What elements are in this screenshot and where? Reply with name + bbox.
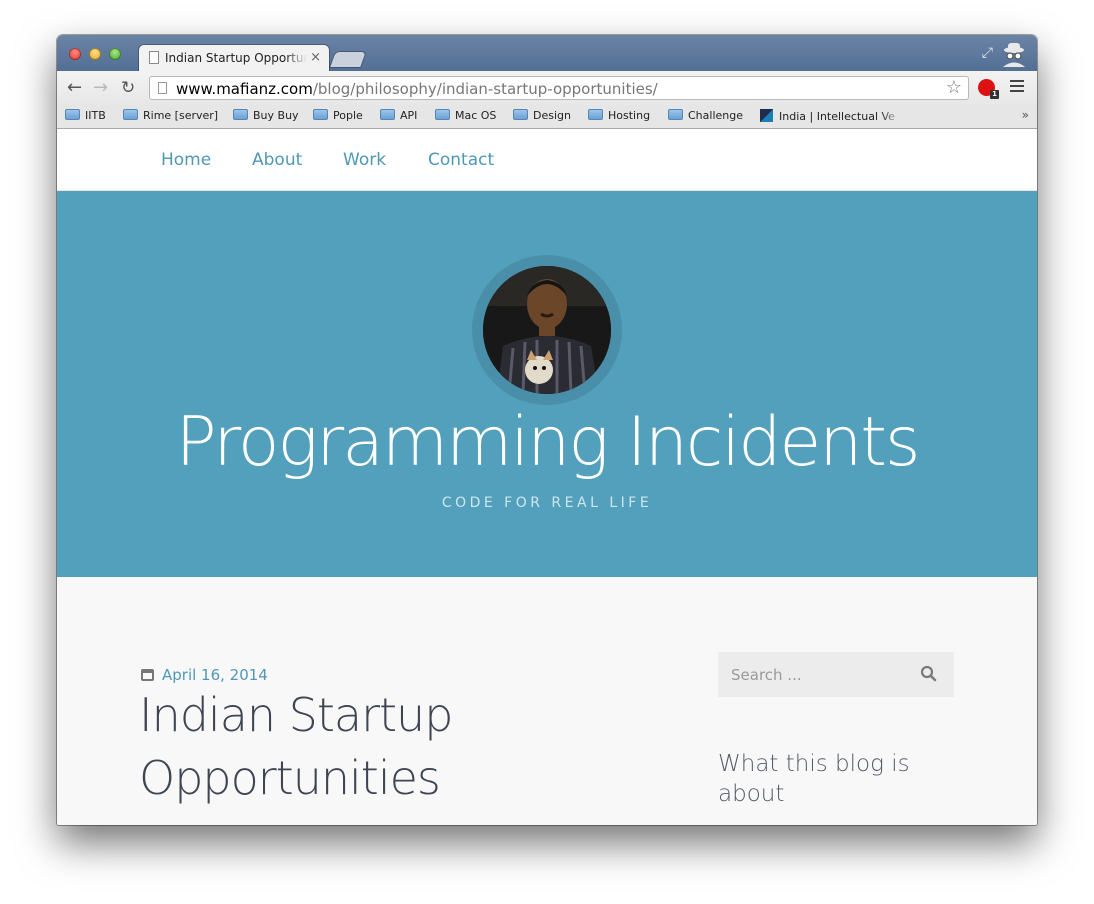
bookmark-label: Rime [server] (143, 109, 219, 122)
bookmark-label: Pople (333, 109, 363, 122)
chrome-menu-icon[interactable] (1010, 80, 1024, 95)
page-icon (158, 82, 167, 94)
folder-icon (233, 109, 248, 120)
bookmark-folder[interactable]: Challenge (668, 109, 743, 122)
folder-icon (65, 109, 80, 120)
sidebar-widget-title: What this blog is about (718, 751, 910, 807)
bookmark-folder[interactable]: Design (513, 109, 571, 122)
fullscreen-icon[interactable]: ⤢ (982, 45, 993, 61)
zoom-window-button[interactable] (109, 48, 121, 60)
tab-strip: Indian Startup Opportunities × ⤢ (57, 35, 1037, 71)
web-page: Home About Work Contact Programming Inci… (57, 129, 1037, 825)
site-title[interactable]: Programming Incidents (57, 403, 1037, 482)
reload-icon[interactable]: ↻ (121, 78, 135, 98)
url-host: www.mafianz.com (176, 80, 313, 98)
nav-link-work[interactable]: Work (343, 150, 386, 170)
bookmarks-overflow-icon[interactable]: » (1022, 108, 1029, 122)
bookmark-label: Buy Buy (253, 109, 299, 122)
folder-icon (513, 109, 528, 120)
tab-active[interactable]: Indian Startup Opportunities × (139, 45, 329, 71)
url-text[interactable]: www.mafianz.com/blog/philosophy/indian-s… (176, 80, 658, 98)
folder-icon (313, 109, 328, 120)
bookmark-label: India | Intellectual Ve (779, 110, 895, 123)
close-window-button[interactable] (69, 48, 81, 60)
extension-badge: 1 (990, 90, 999, 99)
bookmark-label: API (400, 109, 418, 122)
folder-icon (668, 109, 683, 120)
avatar-frame (472, 255, 622, 405)
page-icon (149, 51, 159, 64)
site-header-banner: Programming Incidents CODE FOR REAL LIFE (57, 191, 1037, 577)
minimize-window-button[interactable] (89, 48, 101, 60)
url-path: /blog/philosophy/indian-startup-opportun… (312, 80, 658, 98)
post-date-text: April 16, 2014 (162, 666, 268, 684)
bookmark-folder[interactable]: API (380, 109, 417, 122)
bookmark-folder[interactable]: Buy Buy (233, 109, 299, 122)
browser-window: Indian Startup Opportunities × ⤢ ← → ↻ w… (57, 35, 1037, 825)
bookmark-label: Design (533, 109, 571, 122)
bookmarks-bar: IITB Rime [server] Buy Buy Pople API Mac… (57, 105, 1037, 129)
bookmark-link[interactable]: India | Intellectual Ve (760, 109, 902, 123)
avatar-photo (483, 266, 611, 394)
search-icon[interactable] (919, 664, 939, 684)
new-tab-button[interactable] (330, 52, 366, 67)
bookmark-star-icon[interactable]: ☆ (946, 77, 962, 98)
back-arrow-icon[interactable]: ← (67, 78, 82, 98)
tab-close-icon[interactable]: × (310, 50, 321, 65)
bookmark-label: Challenge (688, 109, 743, 122)
post-date[interactable]: April 16, 2014 (141, 666, 268, 684)
avatar[interactable] (483, 266, 611, 394)
address-bar[interactable]: www.mafianz.com/blog/philosophy/indian-s… (149, 76, 969, 100)
bookmark-folder[interactable]: IITB (65, 109, 106, 122)
bookmark-folder[interactable]: Rime [server] (123, 109, 218, 122)
site-navigation: Home About Work Contact (57, 129, 1037, 191)
incognito-icon (1003, 43, 1025, 67)
site-favicon-icon (760, 109, 773, 122)
bookmark-folder[interactable]: Pople (313, 109, 363, 122)
calendar-icon (141, 669, 154, 681)
folder-icon (435, 109, 450, 120)
site-tagline: CODE FOR REAL LIFE (441, 495, 653, 511)
forward-arrow-icon[interactable]: → (93, 78, 108, 98)
post-title[interactable]: Indian Startup Opportunities (139, 684, 599, 810)
folder-icon (123, 109, 138, 120)
folder-icon (380, 109, 395, 120)
bookmark-label: IITB (85, 109, 106, 122)
browser-toolbar: ← → ↻ www.mafianz.com/blog/philosophy/in… (57, 71, 1037, 105)
tab-title: Indian Startup Opportunities (165, 51, 307, 65)
bookmark-label: Hosting (608, 109, 651, 122)
nav-link-contact[interactable]: Contact (428, 150, 494, 170)
nav-link-home[interactable]: Home (161, 150, 211, 170)
bookmark-folder[interactable]: Mac OS (435, 109, 496, 122)
bookmark-label: Mac OS (455, 109, 497, 122)
bookmark-folder[interactable]: Hosting (588, 109, 650, 122)
nav-link-about[interactable]: About (252, 150, 302, 170)
folder-icon (588, 109, 603, 120)
extension-shield-icon[interactable]: 1 (978, 79, 999, 99)
